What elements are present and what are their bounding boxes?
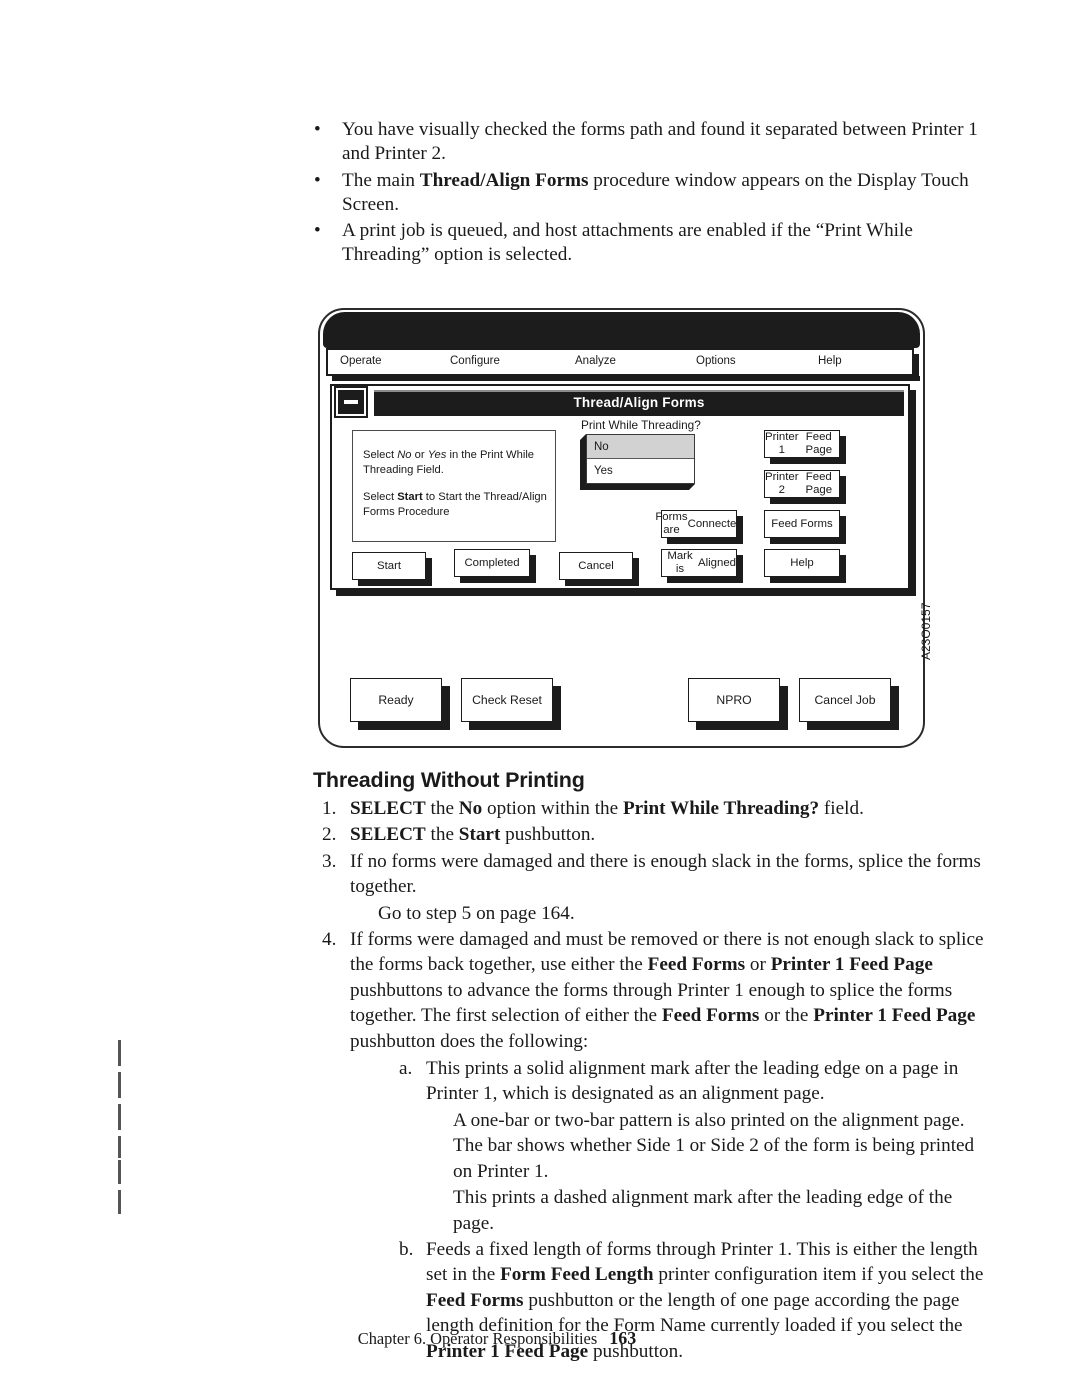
list-item: • You have visually checked the forms pa… [310, 118, 992, 167]
numbered-step-list: 1. SELECT the No option within the Print … [322, 796, 994, 1365]
button-label: Feed Forms [764, 510, 840, 538]
step-number: 2. [322, 824, 337, 846]
step-text: If no forms were damaged and there is en… [350, 850, 981, 898]
dialog-button-printer-2-feed-page[interactable]: Printer 2 Feed Page [764, 470, 846, 504]
dialog-button-completed[interactable]: Completed [454, 549, 536, 583]
step-number: 3. [322, 850, 337, 872]
button-label: Mark is Aligned [661, 549, 737, 577]
menu-item-configure[interactable]: Configure [450, 355, 500, 367]
change-bar [118, 1160, 121, 1184]
figure-id-label: A23O0157 [919, 602, 933, 660]
step-item: 1. SELECT the No option within the Print … [322, 796, 994, 821]
dialog-title-bar: Thread/Align Forms [374, 390, 904, 416]
button-label: NPRO [688, 678, 780, 722]
page-title: Threading Without Printing [313, 768, 585, 792]
menubar-shadow-right [914, 354, 919, 381]
menu-bar: Operate Configure Analyze Options Help [326, 348, 914, 376]
change-bar [118, 1136, 121, 1158]
bullet-text: You have visually checked the forms path… [342, 119, 978, 165]
substep-paragraph: This prints a dashed alignment mark afte… [453, 1187, 953, 1234]
bullet-icon: • [314, 119, 321, 140]
list-option-no[interactable]: No [587, 435, 694, 459]
document-page: • You have visually checked the forms pa… [0, 0, 1080, 1397]
instruction-paragraph-2: Select Start to Start the Thread/Align F… [363, 491, 547, 518]
button-label: Printer 2 Feed Page [764, 470, 840, 498]
footer-chapter: Chapter 6. Operator Responsibilities [357, 1329, 598, 1348]
menubar-shadow [332, 376, 920, 381]
console-button-npro[interactable]: NPRO [688, 678, 788, 730]
dialog-button-forms-are-connected[interactable]: Forms are Connected [655, 510, 743, 544]
minimize-icon[interactable] [336, 388, 366, 416]
substep-item: a. This prints a solid alignment mark aft… [399, 1056, 994, 1236]
step-followup-text: Go to step 5 on page 164. [378, 902, 575, 924]
menu-item-analyze[interactable]: Analyze [575, 355, 616, 367]
step-text: SELECT the No option within the Print Wh… [350, 798, 864, 819]
bullet-text: A print job is queued, and host attachme… [342, 220, 913, 266]
print-while-threading-list[interactable]: No Yes [586, 434, 695, 484]
dialog-button-help[interactable]: Help [764, 549, 846, 583]
menu-item-options[interactable]: Options [696, 355, 736, 367]
console-header-bar [323, 312, 920, 348]
button-label: Cancel [559, 552, 633, 580]
substep-list: a. This prints a solid alignment mark aft… [350, 1056, 994, 1364]
print-while-threading-label: Print While Threading? [581, 418, 701, 432]
thread-align-forms-dialog: Thread/Align Forms Select No or Yes in t… [330, 384, 910, 590]
dialog-button-cancel[interactable]: Cancel [559, 552, 639, 586]
step-number: 4. [322, 929, 337, 951]
button-label: Ready [350, 678, 442, 722]
dialog-button-printer-1-feed-page[interactable]: Printer 1 Feed Page [764, 430, 846, 464]
step-item: 3. If no forms were damaged and there is … [322, 849, 994, 926]
page-footer: Chapter 6. Operator Responsibilities 163 [0, 1328, 1080, 1349]
dialog-button-start[interactable]: Start [352, 552, 432, 586]
instruction-panel: Select No or Yes in the Print While Thre… [352, 430, 556, 542]
list-option-yes[interactable]: Yes [587, 459, 694, 483]
step-text: SELECT the Start pushbutton. [350, 824, 596, 846]
list-item: • The main Thread/Align Forms procedure … [310, 169, 992, 218]
substep-number: b. [399, 1238, 414, 1260]
button-label: Completed [454, 549, 530, 577]
button-label: Forms are Connected [655, 510, 743, 538]
instruction-text: Select No or Yes in the Print While Thre… [363, 448, 551, 519]
substep-text: This prints a solid alignment mark after… [426, 1058, 959, 1105]
step-number: 1. [322, 798, 337, 819]
footer-page-number: 163 [609, 1328, 637, 1348]
console-button-ready[interactable]: Ready [350, 678, 450, 730]
substep-number: a. [399, 1058, 413, 1080]
button-label: Start [352, 552, 426, 580]
menu-item-operate[interactable]: Operate [340, 355, 382, 367]
dialog-shadow-right [910, 390, 916, 596]
intro-bullet-list: • You have visually checked the forms pa… [310, 118, 992, 270]
button-label: Cancel Job [799, 678, 891, 722]
button-label: Printer 1 Feed Page [764, 430, 840, 458]
list-item: • A print job is queued, and host attach… [310, 219, 992, 268]
dialog-shadow-bottom [336, 590, 916, 596]
print-while-threading-field[interactable]: No Yes [580, 434, 700, 490]
change-bar [118, 1040, 121, 1066]
change-bar [118, 1190, 121, 1214]
dialog-button-mark-is-aligned[interactable]: Mark is Aligned [661, 549, 743, 583]
change-bar [118, 1104, 121, 1130]
bullet-icon: • [314, 220, 321, 242]
menu-item-help[interactable]: Help [818, 355, 842, 367]
button-label: Help [764, 549, 840, 577]
step-text: If forms were damaged and must be remove… [350, 929, 984, 1052]
bullet-text: The main Thread/Align Forms procedure wi… [342, 169, 969, 215]
substep-paragraph: A one-bar or two-bar pattern is also pri… [453, 1109, 975, 1182]
step-item: 4. If forms were damaged and must be remo… [322, 927, 994, 1364]
step-item: 2. SELECT the Start pushbutton. [322, 822, 994, 847]
dialog-button-feed-forms[interactable]: Feed Forms [764, 510, 846, 544]
bullet-icon: • [314, 169, 321, 191]
console-button-cancel-job[interactable]: Cancel Job [799, 678, 899, 730]
console-button-check-reset[interactable]: Check Reset [461, 678, 561, 730]
instruction-paragraph-1: Select No or Yes in the Print While Thre… [363, 449, 535, 476]
dialog-title: Thread/Align Forms [573, 395, 705, 410]
button-label: Check Reset [461, 678, 553, 722]
thread-align-forms-figure: Operate Configure Analyze Options Help Threa… [318, 308, 958, 758]
change-bar [118, 1072, 121, 1098]
